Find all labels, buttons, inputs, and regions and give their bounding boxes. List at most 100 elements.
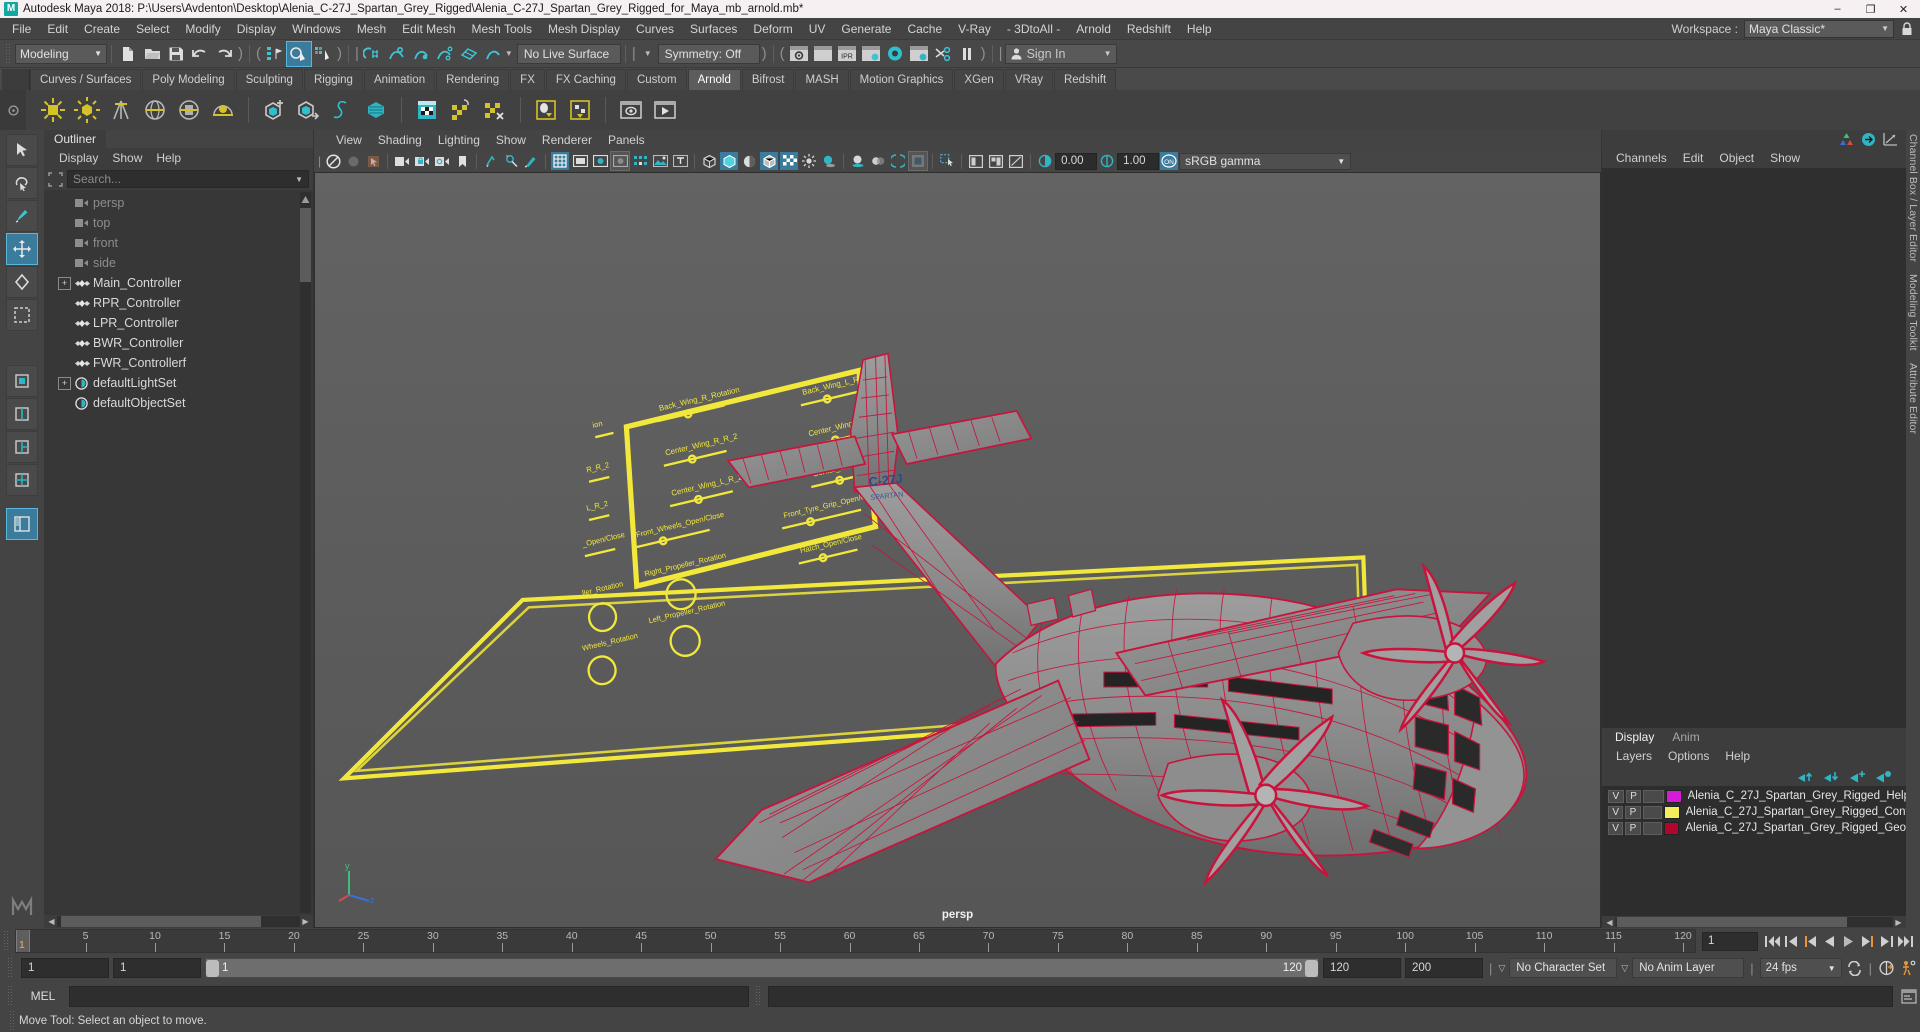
text-display-icon[interactable] bbox=[671, 152, 689, 170]
outliner-scrollbar[interactable] bbox=[300, 192, 311, 913]
playback-end-time-field[interactable]: 120 bbox=[1322, 958, 1401, 978]
menu-redshift[interactable]: Redshift bbox=[1119, 18, 1179, 40]
arnold-assign-shader-icon[interactable] bbox=[444, 93, 478, 127]
layout-two-pane-icon[interactable] bbox=[6, 398, 38, 430]
auto-key-icon[interactable] bbox=[1878, 959, 1895, 977]
show-grid-icon[interactable] bbox=[551, 152, 570, 170]
channel-menu-channels[interactable]: Channels bbox=[1608, 151, 1675, 165]
menu-arnold[interactable]: Arnold bbox=[1068, 18, 1119, 40]
menu-windows[interactable]: Windows bbox=[284, 18, 349, 40]
viewport-menu-view[interactable]: View bbox=[328, 133, 370, 147]
layer-state-toggle[interactable] bbox=[1642, 805, 1663, 819]
texture-display-icon[interactable] bbox=[780, 152, 799, 170]
arnold-skydome-light-icon[interactable] bbox=[138, 93, 172, 127]
layer-color-swatch[interactable] bbox=[1665, 789, 1682, 803]
close-button[interactable]: ✕ bbox=[1887, 0, 1920, 18]
sign-in-button[interactable]: Sign In ▼ bbox=[1004, 43, 1117, 64]
time-slider-track[interactable]: 1 5 10 15 20 25 30 35 40 45 50 55 60 65 70 75 80 85 90 95 1… bbox=[15, 929, 1696, 953]
shelf-tab-poly-modeling[interactable]: Poly Modeling bbox=[142, 69, 235, 90]
move-layer-up-icon[interactable] bbox=[1797, 770, 1814, 783]
play-forwards-icon[interactable] bbox=[1840, 932, 1857, 950]
layer-state-toggle[interactable] bbox=[1643, 789, 1664, 803]
rangeslider-grip[interactable] bbox=[7, 957, 14, 979]
arnold-export-standin-icon[interactable] bbox=[291, 93, 325, 127]
channel-menu-object[interactable]: Object bbox=[1711, 151, 1762, 165]
paint-select-tool-icon[interactable] bbox=[6, 200, 38, 232]
layer-menu-layers[interactable]: Layers bbox=[1608, 749, 1660, 763]
animation-end-time-field[interactable]: 200 bbox=[1404, 958, 1483, 978]
outliner-scroll-thumb[interactable] bbox=[300, 208, 311, 282]
layer-visibility-toggle[interactable]: V bbox=[1608, 789, 1624, 803]
new-layer-from-selected-icon[interactable] bbox=[1875, 770, 1892, 783]
outliner-item-fwr-controller[interactable]: FWR_Controllerf bbox=[44, 353, 313, 373]
expand-toggle-icon[interactable]: + bbox=[58, 276, 71, 290]
cmdline-grip[interactable] bbox=[7, 985, 14, 1007]
pause-render-icon[interactable] bbox=[955, 42, 979, 66]
move-layer-down-icon[interactable] bbox=[1823, 770, 1840, 783]
layer-row[interactable]: V P Alenia_C_27J_Spartan_Grey_Rigged_Geo… bbox=[1602, 820, 1906, 836]
menu-mesh[interactable]: Mesh bbox=[349, 18, 394, 40]
loop-playback-icon[interactable] bbox=[1846, 959, 1863, 977]
tab-anim-layers[interactable]: Anim bbox=[1663, 728, 1708, 746]
render-current-frame-icon[interactable] bbox=[787, 42, 811, 66]
layer-playback-toggle[interactable]: P bbox=[1625, 789, 1642, 803]
shelf-tab-xgen[interactable]: XGen bbox=[954, 69, 1004, 90]
go-to-end-icon[interactable] bbox=[1897, 932, 1914, 950]
step-back-frame-icon[interactable] bbox=[1802, 932, 1819, 950]
wireframe-on-shaded-icon[interactable] bbox=[760, 152, 779, 170]
render-sequence-icon[interactable] bbox=[907, 42, 931, 66]
statusline-grip[interactable] bbox=[5, 42, 12, 65]
hypershade-icon[interactable] bbox=[883, 42, 907, 66]
scroll-right-arrow-icon[interactable]: ▶ bbox=[300, 916, 311, 927]
channel-menu-edit[interactable]: Edit bbox=[1675, 151, 1712, 165]
menu-edit-mesh[interactable]: Edit Mesh bbox=[394, 18, 463, 40]
rotate-tool-icon[interactable] bbox=[6, 266, 38, 298]
arnold-preview-icon[interactable] bbox=[614, 93, 648, 127]
tab-display-layers[interactable]: Display bbox=[1606, 728, 1664, 746]
select-by-component-icon[interactable] bbox=[311, 42, 335, 66]
layout-four-pane-icon[interactable] bbox=[6, 464, 38, 496]
ipr-render-icon[interactable]: IPR bbox=[835, 42, 859, 66]
animation-start-time-field[interactable]: 1 bbox=[21, 958, 109, 978]
shelf-tab-motion-graphics[interactable]: Motion Graphics bbox=[849, 69, 954, 90]
menu-curves[interactable]: Curves bbox=[628, 18, 682, 40]
shade-options-icon[interactable] bbox=[740, 152, 758, 170]
shelf-tab-fx[interactable]: FX bbox=[510, 69, 545, 90]
two-d-pan-zoom-icon[interactable] bbox=[502, 152, 520, 170]
menu-display[interactable]: Display bbox=[229, 18, 284, 40]
torn-off-panel-icon[interactable] bbox=[1007, 152, 1025, 170]
outliner-menu-show[interactable]: Show bbox=[105, 151, 149, 165]
outliner-item-default-object-set[interactable]: defaultObjectSet bbox=[44, 393, 313, 413]
layer-playback-toggle[interactable]: P bbox=[1625, 821, 1641, 835]
move-tool-icon[interactable] bbox=[6, 233, 38, 265]
bookmark-icon[interactable] bbox=[453, 152, 471, 170]
layer-color-swatch[interactable] bbox=[1664, 805, 1680, 819]
shelf-tab-vray[interactable]: VRay bbox=[1004, 69, 1053, 90]
redo-icon[interactable] bbox=[212, 42, 236, 66]
xray-joints-icon[interactable] bbox=[631, 152, 649, 170]
viewport-menu-renderer[interactable]: Renderer bbox=[534, 133, 600, 147]
viewport-menu-lighting[interactable]: Lighting bbox=[430, 133, 488, 147]
camera-settings-icon[interactable] bbox=[433, 152, 451, 170]
motion-blur-icon[interactable] bbox=[869, 152, 887, 170]
snap-to-view-plane-icon[interactable] bbox=[457, 42, 481, 66]
vtab-modeling-toolkit[interactable]: Modeling Toolkit bbox=[1907, 274, 1919, 351]
depth-of-field-icon[interactable] bbox=[889, 152, 907, 170]
viewport-menu-panels[interactable]: Panels bbox=[600, 133, 653, 147]
menu-uv[interactable]: UV bbox=[801, 18, 834, 40]
layer-playback-toggle[interactable]: P bbox=[1625, 805, 1641, 819]
hscroll-track[interactable] bbox=[57, 916, 300, 927]
cmdline-splitter[interactable] bbox=[755, 985, 762, 1007]
select-bracket-icon[interactable] bbox=[48, 171, 63, 187]
layer-visibility-toggle[interactable]: V bbox=[1608, 821, 1624, 835]
shelf-tab-curves-surfaces[interactable]: Curves / Surfaces bbox=[30, 69, 142, 90]
select-camera-icon[interactable] bbox=[324, 152, 342, 170]
viewport-menu-show[interactable]: Show bbox=[488, 133, 534, 147]
redo-render-icon[interactable] bbox=[811, 42, 835, 66]
expand-toggle-icon[interactable]: + bbox=[58, 376, 71, 390]
channel-menu-show[interactable]: Show bbox=[1762, 151, 1808, 165]
shelf-tab-animation[interactable]: Animation bbox=[363, 69, 436, 90]
snap-to-curve-icon[interactable] bbox=[385, 42, 409, 66]
command-input[interactable] bbox=[69, 985, 749, 1007]
vtab-attribute-editor[interactable]: Attribute Editor bbox=[1907, 363, 1919, 434]
